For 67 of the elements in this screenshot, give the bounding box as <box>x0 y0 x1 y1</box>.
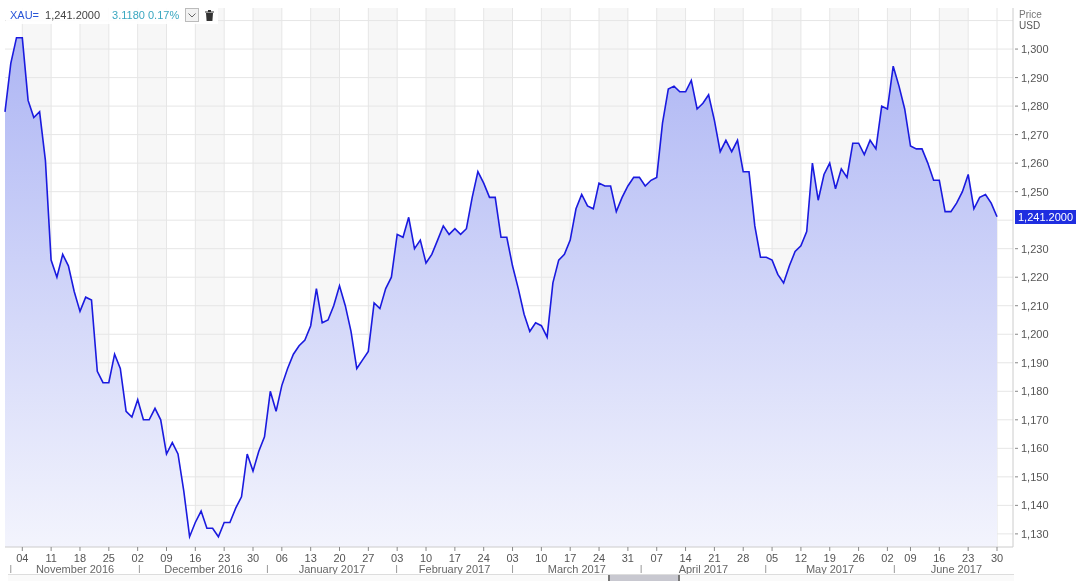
month-label: June 2017 <box>930 563 983 574</box>
axis-label: 1,270 <box>1021 128 1049 141</box>
axis-title: Price <box>1019 9 1042 20</box>
axis-label: 09 <box>160 552 173 564</box>
axis-label: 03 <box>391 552 404 564</box>
axis-label: 23 <box>962 552 975 564</box>
axis-label: 23 <box>218 552 231 564</box>
axis-label: 02 <box>131 552 144 564</box>
month-label: December 2016 <box>164 563 243 574</box>
axis-label: 30 <box>246 552 260 564</box>
month-label: November 2016 <box>35 563 115 574</box>
axis-label: 1,180 <box>1021 385 1049 398</box>
axis-label: 26 <box>852 552 865 564</box>
axis-label: 30 <box>990 552 1004 564</box>
last-price: 1,241.2000 <box>45 9 101 21</box>
axis-label: 24 <box>592 552 606 564</box>
axis-label: 18 <box>73 552 87 564</box>
axis-label: 05 <box>765 552 779 564</box>
axis-label: 16 <box>189 552 202 564</box>
axis-label: 16 <box>933 552 946 564</box>
axis-label: 20 <box>333 552 346 564</box>
axis-label: 1,210 <box>1021 299 1049 312</box>
last-value-label: 1,241.2000 <box>1015 209 1077 224</box>
axis-label: 17 <box>564 552 577 564</box>
axis-label: 21 <box>708 552 721 564</box>
axis-label: 1,170 <box>1021 413 1049 426</box>
axis-label: 1,280 <box>1021 100 1049 113</box>
axis-label: 13 <box>304 552 317 564</box>
axis-label: 28 <box>737 552 750 564</box>
axis-unit: USD <box>1019 20 1041 31</box>
axis-label: 17 <box>448 552 461 564</box>
axis-label: 06 <box>275 552 288 564</box>
axis-label: 1,300 <box>1021 43 1049 56</box>
axis-label: 1,160 <box>1021 442 1049 455</box>
delete-button[interactable] <box>205 9 215 21</box>
instrument-symbol: XAU= <box>10 9 40 21</box>
axis-label: 09 <box>904 552 917 564</box>
navigator-handle[interactable] <box>608 575 680 581</box>
axis-label: 1,290 <box>1021 71 1049 84</box>
month-label: March 2017 <box>547 563 606 574</box>
axis-label: 1,190 <box>1021 356 1049 369</box>
axis-label: 1,260 <box>1021 157 1049 170</box>
axis-label: 19 <box>823 552 836 564</box>
axis-label: 1,200 <box>1021 328 1049 341</box>
trash-icon <box>205 9 215 21</box>
axis-label: 02 <box>881 552 894 564</box>
axis-label: 04 <box>16 552 29 564</box>
axis-label: 1,250 <box>1021 185 1049 198</box>
price-change: 3.1180 0.17% <box>112 9 180 21</box>
axis-label: 1,230 <box>1021 242 1049 255</box>
axis-label: 27 <box>362 552 375 564</box>
axis-label: 24 <box>477 552 490 564</box>
axis-label: 03 <box>506 552 519 564</box>
chevron-down-icon <box>188 12 197 18</box>
axis-label: 10 <box>535 552 548 564</box>
axis-label: 1,130 <box>1021 527 1049 540</box>
dropdown-button[interactable] <box>185 8 200 22</box>
axis-label: 11 <box>45 552 57 564</box>
axis-label: 1,150 <box>1021 470 1049 483</box>
axis-label: 1,220 <box>1021 271 1049 284</box>
axis-label: 07 <box>650 552 663 564</box>
axis-label: 14 <box>679 552 692 564</box>
axis-label: 25 <box>102 552 115 564</box>
axis-label: 31 <box>621 552 634 564</box>
axis-label: 10 <box>419 552 433 564</box>
axis-label: 1,140 <box>1021 499 1049 512</box>
axis-label: 12 <box>794 552 808 564</box>
